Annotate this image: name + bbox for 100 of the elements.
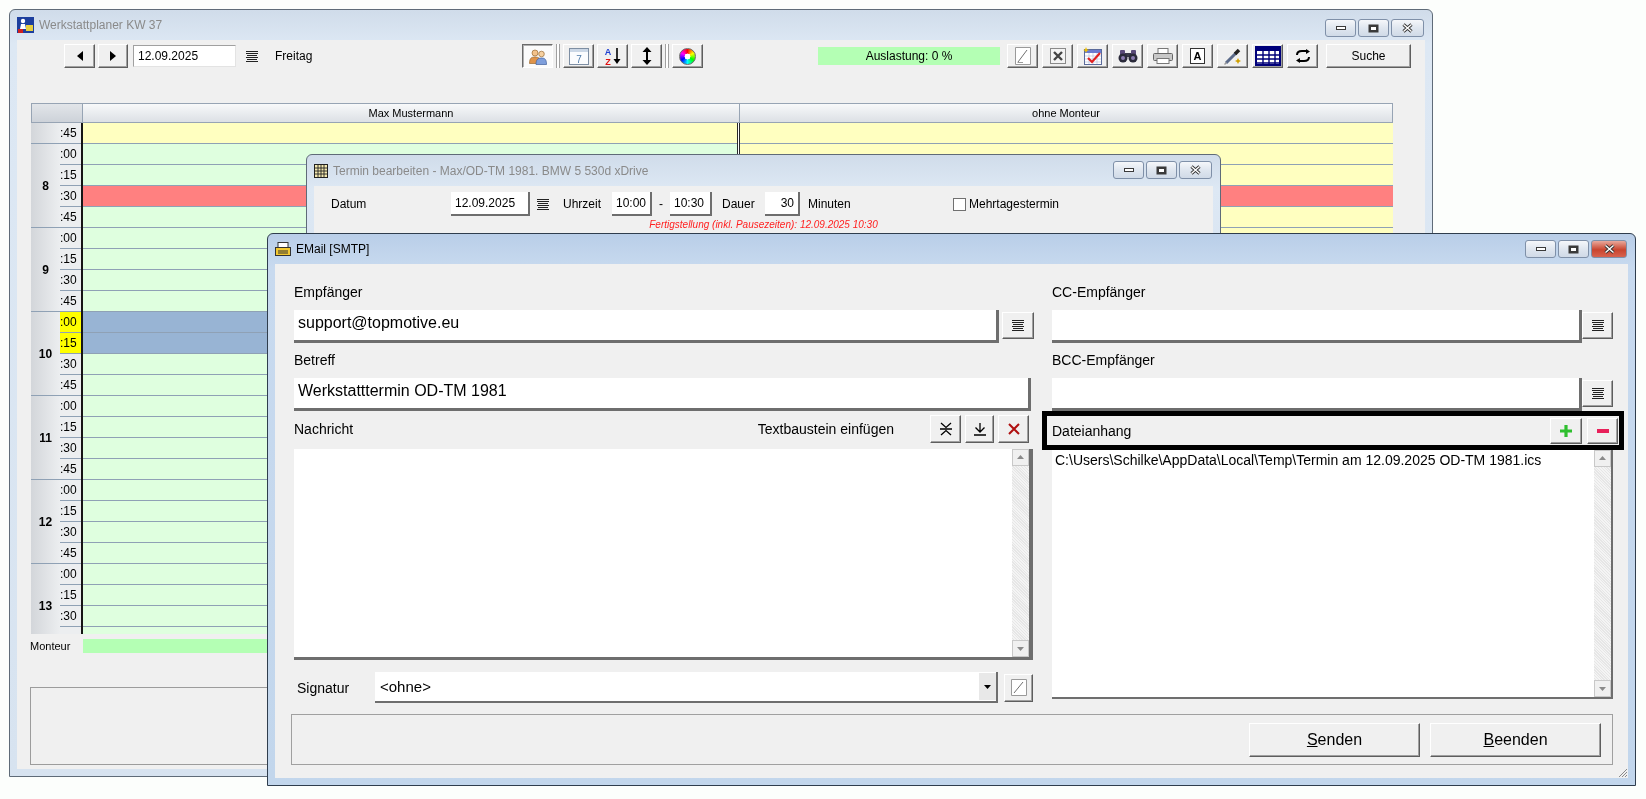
print-button[interactable] <box>1147 44 1178 68</box>
minute-cell: :15 <box>60 585 81 606</box>
hour-cell: 10 <box>31 312 60 396</box>
time-slot[interactable] <box>83 123 737 144</box>
exit-button[interactable]: Beenden <box>1430 722 1601 757</box>
minute-cell: :00 <box>60 144 81 165</box>
close-button[interactable] <box>1391 19 1424 37</box>
colors-button[interactable] <box>672 44 703 68</box>
bcc-field[interactable] <box>1052 378 1582 411</box>
minute-cell: :30 <box>60 186 81 207</box>
signature-dropdown[interactable]: <ohne> <box>375 672 998 703</box>
hour-cell: 8 <box>31 144 60 228</box>
address-book-button[interactable] <box>1582 312 1613 339</box>
column-header: Max Mustermann <box>83 103 740 123</box>
minute-cell: :30 <box>60 438 81 459</box>
arrow-down-to-line-icon <box>972 422 987 436</box>
insert-button[interactable] <box>965 415 994 443</box>
font-button[interactable]: A <box>1182 44 1213 68</box>
address-book-button[interactable] <box>1582 380 1613 407</box>
calendar-check-icon <box>1082 47 1103 65</box>
close-icon <box>1603 244 1615 254</box>
next-button[interactable] <box>98 44 128 68</box>
maximize-button[interactable] <box>1146 161 1177 179</box>
page-pen-icon <box>1010 679 1027 696</box>
add-attachment-button[interactable] <box>1550 417 1582 444</box>
row-height-button[interactable] <box>631 44 662 68</box>
close-button[interactable] <box>1179 161 1212 179</box>
minimize-button[interactable] <box>1525 240 1556 258</box>
scroll-down-icon[interactable] <box>1012 640 1029 657</box>
triangle-left-icon <box>76 51 83 61</box>
time-separator: - <box>659 197 663 211</box>
edit-signature-button[interactable] <box>1004 673 1033 702</box>
cross-icon <box>1007 423 1020 435</box>
send-button[interactable]: Senden <box>1249 722 1420 757</box>
binoculars-icon <box>1117 49 1138 63</box>
field-label: Empfänger <box>294 284 363 300</box>
delete-button[interactable] <box>1042 44 1073 68</box>
hour-cell: 11 <box>31 396 60 480</box>
plus-icon <box>1560 424 1572 437</box>
minute-cell: :00 <box>60 480 81 501</box>
search-button[interactable]: Suche <box>1326 44 1411 68</box>
address-book-button[interactable] <box>1002 312 1034 339</box>
unit-label: Minuten <box>808 197 851 211</box>
field-label: Dateianhang <box>1052 422 1132 439</box>
resize-grip-icon[interactable] <box>1617 767 1628 778</box>
color-wheel-icon <box>679 47 696 65</box>
date-field[interactable]: 12.09.2025 <box>451 192 530 216</box>
page-pen-icon <box>1014 47 1031 65</box>
minute-cell: :45 <box>60 375 81 396</box>
cc-field[interactable] <box>1052 310 1582 343</box>
duration-field[interactable]: 30 <box>765 192 800 216</box>
hour-cell: 12 <box>31 480 60 564</box>
scroll-up-icon[interactable] <box>1012 449 1029 466</box>
message-field[interactable] <box>294 449 1033 660</box>
calendar-button[interactable]: 7 <box>563 44 594 68</box>
scroll-up-icon[interactable] <box>1594 450 1611 467</box>
minute-cell: :00 <box>60 228 81 249</box>
utilization-label: Auslastung: 0 % <box>818 47 1000 65</box>
minute-cell: :00 <box>60 564 81 585</box>
maximize-button[interactable] <box>1558 240 1589 258</box>
attachment-list[interactable]: C:\Users\Schilke\AppData\Local\Temp\Termin am 12.09.2025 OD-TM 1981.ics <box>1052 450 1613 699</box>
scroll-down-icon[interactable] <box>1594 680 1611 697</box>
pen-button[interactable] <box>1217 44 1248 68</box>
find-button[interactable] <box>1112 44 1143 68</box>
minute-cell: :30 <box>60 270 81 291</box>
start-time-field[interactable]: 10:00 <box>612 192 652 216</box>
list-icon[interactable] <box>537 198 549 210</box>
minimize-button[interactable] <box>1325 19 1356 37</box>
edit-button[interactable] <box>1007 44 1038 68</box>
maximize-icon <box>1368 23 1379 33</box>
time-slot[interactable] <box>740 123 1393 144</box>
staff-view-button[interactable] <box>522 44 553 68</box>
subject-field[interactable]: Werkstatttermin OD-TM 1981 <box>294 378 1031 411</box>
list-icon <box>1012 320 1024 331</box>
app-icon <box>17 17 34 33</box>
close-button[interactable] <box>1591 240 1627 258</box>
previous-button[interactable] <box>64 44 95 68</box>
date-label: Datum <box>331 197 367 211</box>
remove-attachment-button[interactable] <box>1587 417 1618 444</box>
recipient-field[interactable]: support@topmotive.eu <box>294 310 999 343</box>
sort-button[interactable]: A Z <box>597 44 628 68</box>
collapse-button[interactable] <box>930 415 961 443</box>
calendar-check-button[interactable] <box>1077 44 1108 68</box>
table-button[interactable] <box>1252 44 1283 68</box>
minimize-button[interactable] <box>1113 161 1144 179</box>
list-icon <box>1591 320 1604 331</box>
table-icon <box>1254 46 1281 66</box>
maximize-button[interactable] <box>1358 19 1389 37</box>
field-label: Signatur <box>297 679 350 696</box>
minute-cell: :45 <box>60 291 81 312</box>
date-field[interactable]: 12.09.2025 <box>133 45 236 67</box>
end-time-field[interactable]: 10:30 <box>670 192 712 216</box>
minute-cell: :00 <box>60 396 81 417</box>
clear-button[interactable] <box>998 415 1029 443</box>
swap-button[interactable] <box>1287 44 1318 68</box>
minute-cell: :00 <box>60 312 81 333</box>
list-icon[interactable] <box>246 50 258 62</box>
checkbox[interactable] <box>953 197 966 211</box>
attachment-item[interactable]: C:\Users\Schilke\AppData\Local\Temp\Termin am 12.09.2025 OD-TM 1981.ics <box>1054 452 1543 468</box>
minus-icon <box>1596 428 1609 433</box>
